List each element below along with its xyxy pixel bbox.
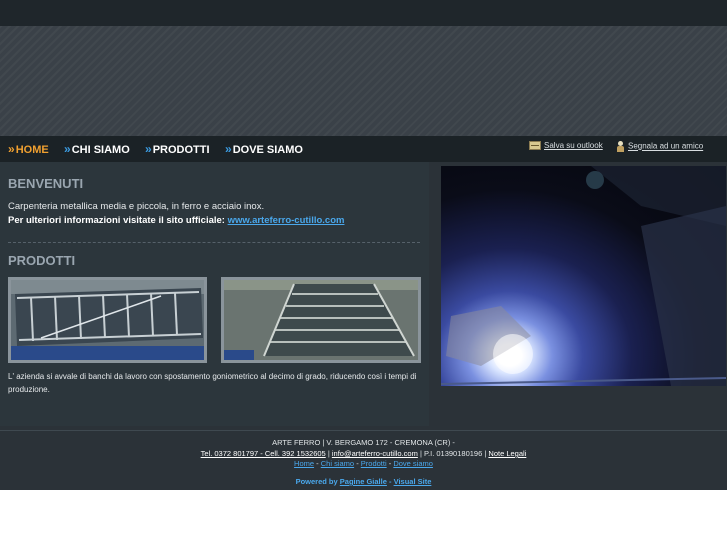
- footer-link-chi-siamo[interactable]: Chi siamo: [321, 459, 354, 468]
- main-nav: »HOME »CHI SIAMO »PRODOTTI »DOVE SIAMO S…: [0, 136, 727, 162]
- nav-prodotti[interactable]: »PRODOTTI: [145, 142, 210, 156]
- nav-dove-siamo[interactable]: »DOVE SIAMO: [225, 142, 303, 156]
- footer-nav: Home - Chi siamo - Prodotti - Dove siamo: [294, 459, 433, 468]
- welcome-heading: BENVENUTI: [8, 176, 84, 191]
- product-image-1[interactable]: [8, 277, 207, 363]
- person-icon: [616, 141, 625, 152]
- footer: ARTE FERRO | V. BERGAMO 172 - CREMONA (C…: [0, 430, 727, 490]
- pagine-gialle-link[interactable]: Pagine Gialle: [340, 477, 387, 486]
- chevron-icon: »: [64, 142, 71, 156]
- official-site-link[interactable]: www.arteferro-cutillo.com: [228, 215, 345, 226]
- email-link[interactable]: info@arteferro-cutillo.com: [332, 449, 418, 458]
- chevron-icon: »: [225, 142, 232, 156]
- header-banner: [0, 26, 727, 136]
- products-caption: L' azienda si avvale di banchi da lavoro…: [8, 372, 417, 394]
- top-bar: [0, 0, 727, 26]
- vat-number: P.I. 01390180196: [424, 449, 483, 458]
- save-outlook-link[interactable]: Salva su outlook: [529, 141, 603, 151]
- footer-link-home[interactable]: Home: [294, 459, 314, 468]
- footer-link-dove-siamo[interactable]: Dove siamo: [393, 459, 433, 468]
- outlook-icon: [529, 141, 541, 151]
- page: »HOME »CHI SIAMO »PRODOTTI »DOVE SIAMO S…: [0, 0, 727, 490]
- footer-contacts: Tel. 0372 801797 - Cell. 392 1532605 | i…: [200, 449, 527, 458]
- footer-link-prodotti[interactable]: Prodotti: [361, 459, 387, 468]
- chevron-icon: »: [8, 142, 15, 156]
- divider: [8, 242, 420, 243]
- welding-scene: [441, 166, 726, 386]
- workbench-photo-1: [11, 280, 204, 360]
- nav-chi-siamo[interactable]: »CHI SIAMO: [64, 142, 130, 156]
- workbench-photo-2: [224, 280, 418, 360]
- chevron-icon: »: [145, 142, 152, 156]
- product-image-2[interactable]: [221, 277, 421, 363]
- welcome-more: Per ulteriori informazioni visitate il s…: [8, 215, 345, 226]
- tell-friend-link[interactable]: Segnala ad un amico: [616, 141, 703, 152]
- phone-link[interactable]: Tel. 0372 801797 - Cell. 392 1532605: [201, 449, 326, 458]
- legal-notes-link[interactable]: Note Legali: [488, 449, 526, 458]
- footer-company: ARTE FERRO | V. BERGAMO 172 - CREMONA (C…: [272, 438, 455, 447]
- products-heading: PRODOTTI: [8, 253, 76, 268]
- visual-site-link[interactable]: Visual Site: [394, 477, 432, 486]
- welding-photo: [441, 166, 726, 386]
- welcome-text: Carpenteria metallica media e piccola, i…: [8, 201, 265, 212]
- nav-home[interactable]: »HOME: [8, 142, 49, 156]
- footer-powered: Powered by Pagine Gialle - Visual Site: [295, 477, 432, 486]
